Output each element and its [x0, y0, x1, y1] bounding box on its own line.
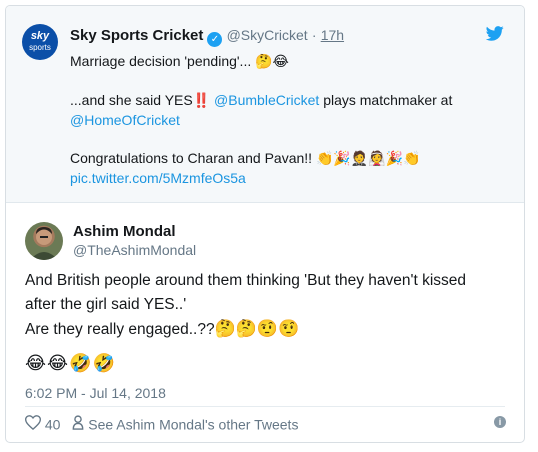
quoted-line-3-emoji: 👏🎉🤵👰🎉👏 [315, 151, 421, 167]
author-name[interactable]: Ashim Mondal [73, 223, 176, 240]
person-icon [72, 415, 88, 433]
tweet-timestamp[interactable]: 6:02 PM - Jul 14, 2018 [25, 385, 166, 401]
quoted-line-1-emoji: 🤔😂 [255, 54, 289, 70]
quoted-tweet[interactable]: sky sports Sky Sports Cricket ✓ @SkyCrick… [6, 6, 524, 203]
double-exclamation-emoji: ‼️ [192, 93, 211, 109]
sky-sports-avatar[interactable]: sky sports [22, 24, 58, 60]
like-count[interactable]: 40 [45, 416, 61, 432]
tweet-text: And British people around them thinking … [25, 269, 515, 342]
see-other-tweets-link[interactable]: See Ashim Mondal's other Tweets [88, 416, 298, 432]
author-handle[interactable]: @TheAshimMondal [73, 242, 196, 258]
quoted-author-handle[interactable]: @SkyCricket [227, 27, 308, 43]
quoted-tweet-text: Marriage decision 'pending'... 🤔😂 ...and… [70, 52, 500, 188]
tweet-line-3: Are they really engaged..?? [25, 321, 215, 338]
header-separator: · [311, 27, 317, 43]
quoted-line-2b: plays matchmaker at [323, 92, 453, 108]
heart-icon[interactable] [24, 415, 45, 433]
avatar-text-sky: sky [30, 30, 50, 42]
tweet-line-3-emoji: 🤔🤔🤨🤨 [214, 319, 300, 339]
info-icon[interactable]: i [494, 416, 506, 428]
pic-link[interactable]: pic.twitter.com/5MzmfeOs5a [70, 170, 246, 186]
quoted-line-3: Congratulations to Charan and Pavan!! [70, 150, 313, 166]
quoted-tweet-header: Sky Sports Cricket ✓ @SkyCricket · 17h [70, 27, 344, 47]
quoted-tweet-time[interactable]: 17h [321, 27, 344, 43]
mention-bumblecricket[interactable]: @BumbleCricket [214, 92, 319, 108]
verified-badge-icon: ✓ [207, 32, 223, 47]
embedded-tweet-card: sky sports Sky Sports Cricket ✓ @SkyCrick… [5, 5, 525, 443]
emoji-line: 😂😂🤣🤣 [25, 353, 116, 374]
tweet-actions: 40 See Ashim Mondal's other Tweets [24, 415, 298, 433]
twitter-bird-icon[interactable] [486, 26, 504, 41]
quoted-author-name[interactable]: Sky Sports Cricket [70, 27, 203, 44]
tweet-line-1: And British people around them thinking … [25, 272, 467, 289]
avatar-text-sports: sports [29, 43, 51, 52]
quoted-line-2: ...and she said YES [70, 92, 193, 108]
mention-homeofcricket[interactable]: @HomeOfCricket [70, 112, 180, 128]
quoted-line-1: Marriage decision 'pending'... [70, 53, 252, 69]
tweet-line-2: after the girl said YES..' [25, 296, 187, 313]
divider [25, 406, 505, 407]
avatar[interactable] [25, 222, 63, 260]
